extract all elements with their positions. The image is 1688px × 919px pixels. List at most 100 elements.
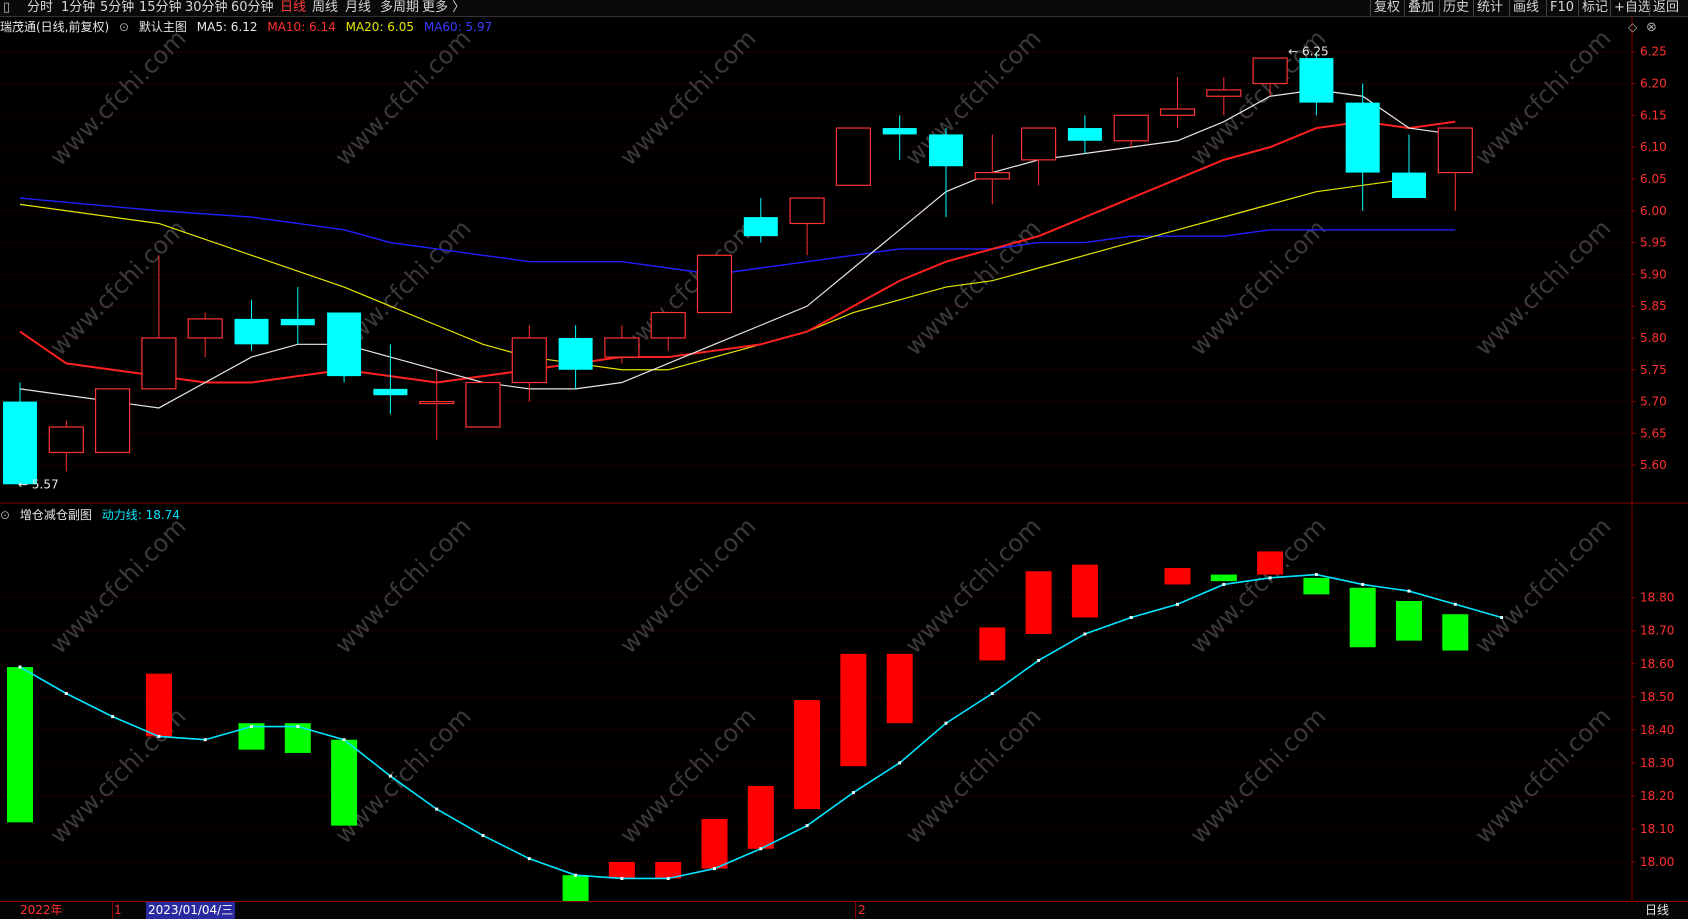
watermark-text: www.cfchi.com — [899, 702, 1046, 849]
month-label-2: 2 — [858, 903, 866, 917]
power-line-point — [1129, 616, 1133, 619]
candle-body — [650, 311, 686, 339]
toolbar-item-3[interactable]: 统计 — [1477, 0, 1503, 16]
toolbar-separator — [1370, 0, 1371, 16]
toolbar-item-8[interactable]: 返回 — [1653, 0, 1679, 16]
power-line-point — [944, 721, 948, 725]
y-tick-label: 6.05 — [1640, 172, 1667, 186]
period-tab-9[interactable]: 多周期 — [380, 0, 419, 16]
watermark-text: www.cfchi.com — [1469, 24, 1616, 171]
power-bar — [747, 785, 774, 849]
candle-body — [327, 312, 362, 377]
toolbar-item-0[interactable]: 复权 — [1374, 0, 1400, 16]
watermark-text: www.cfchi.com — [44, 512, 191, 659]
power-bar — [1442, 614, 1469, 651]
power-bar — [7, 667, 33, 823]
period-tab-4[interactable]: 30分钟 — [185, 0, 228, 16]
period-label[interactable]: 日线 — [1645, 902, 1669, 919]
watermark-text: www.cfchi.com — [899, 512, 1046, 659]
period-tab-1[interactable]: 1分钟 — [61, 0, 95, 16]
y-tick-label: 18.00 — [1640, 855, 1674, 869]
y-tick-label: 5.65 — [1640, 426, 1667, 440]
y-tick-label: 5.70 — [1640, 395, 1667, 409]
y-tick-label: 18.70 — [1640, 624, 1674, 638]
power-line-point — [713, 867, 716, 871]
watermark-text: www.cfchi.com — [614, 512, 761, 659]
power-line-point — [1176, 602, 1179, 606]
sub-chart-panel[interactable]: ⊙ 增仓减仓副图 动力线: 18.74 www.cfchi.com www.cfc… — [0, 505, 1688, 901]
power-bar — [1164, 567, 1191, 585]
power-line-point — [851, 791, 855, 795]
sub-chart[interactable]: www.cfchi.com www.cfchi.com www.cfchi.com w… — [0, 505, 1688, 901]
watermark-text: www.cfchi.com — [614, 24, 761, 171]
candle-body — [1437, 127, 1473, 174]
candle-body — [234, 318, 269, 345]
candle-body — [974, 171, 1010, 180]
menu-icon[interactable]: ▯ — [3, 0, 10, 16]
toolbar-separator — [1473, 0, 1474, 16]
watermark-text: www.cfchi.com — [899, 214, 1046, 361]
candle-body — [789, 197, 825, 225]
y-tick-label: 5.95 — [1640, 236, 1667, 250]
toolbar-item-1[interactable]: 叠加 — [1408, 0, 1434, 16]
power-line-point — [388, 774, 392, 778]
period-tab-6[interactable]: 日线 — [280, 0, 306, 16]
candle-body — [696, 254, 733, 314]
period-tab-8[interactable]: 月线 — [345, 0, 371, 16]
watermark-text: www.cfchi.com — [44, 24, 191, 171]
candle-body — [280, 318, 315, 326]
toolbar-item-5[interactable]: F10 — [1550, 0, 1574, 16]
power-line-point — [1361, 582, 1365, 586]
power-line-point — [759, 847, 763, 851]
candle-body — [1159, 108, 1196, 116]
power-line-point — [805, 824, 809, 828]
y-tick-label: 18.20 — [1640, 789, 1674, 803]
period-tab-3[interactable]: 15分钟 — [139, 0, 182, 16]
power-line-point — [1083, 632, 1087, 636]
low-price-label: ← 5.57 — [18, 477, 59, 491]
candle-body — [558, 337, 593, 370]
candle-body — [48, 426, 84, 454]
toolbar-item-7[interactable]: +自选 — [1614, 0, 1651, 16]
candle-body — [187, 318, 223, 339]
watermark-text: www.cfchi.com — [1469, 512, 1616, 659]
month-label-1: 1 — [114, 903, 122, 917]
power-line-point — [666, 876, 670, 880]
price-chart[interactable]: www.cfchi.com www.cfchi.com www.cfchi.com w… — [0, 17, 1688, 504]
toolbar-separator — [1404, 0, 1405, 16]
candle-body — [1067, 128, 1102, 141]
candle-body — [835, 127, 872, 186]
y-tick-label: 18.50 — [1640, 690, 1674, 704]
power-bar — [886, 653, 913, 724]
y-tick-label: 6.20 — [1640, 77, 1667, 91]
power-bar — [1071, 564, 1098, 618]
toolbar-separator — [1610, 0, 1611, 16]
watermark-text: www.cfchi.com — [1469, 702, 1616, 849]
watermark-text: www.cfchi.com — [329, 24, 476, 171]
period-tab-2[interactable]: 5分钟 — [100, 0, 134, 16]
y-tick-label: 18.80 — [1640, 591, 1674, 605]
power-bar — [608, 861, 635, 879]
toolbar-item-6[interactable]: 标记 — [1582, 0, 1608, 16]
toolbar-separator — [1578, 0, 1579, 16]
power-bar — [331, 739, 358, 826]
power-line-point — [342, 738, 346, 742]
toolbar-item-4[interactable]: 画线 — [1513, 0, 1539, 16]
power-bar — [979, 627, 1006, 661]
watermark-text: www.cfchi.com — [329, 512, 476, 659]
period-tab-5[interactable]: 60分钟 — [231, 0, 274, 16]
power-bar — [562, 875, 589, 901]
diamond-icon: ◇ — [1628, 20, 1638, 34]
y-tick-label: 18.30 — [1640, 756, 1674, 770]
period-tab-7[interactable]: 周线 — [312, 0, 338, 16]
high-price-label: ← 6.25 — [1288, 45, 1329, 59]
candle-body — [419, 400, 455, 405]
period-tab-0[interactable]: 分时 — [27, 0, 53, 16]
power-line-point — [1314, 573, 1318, 577]
period-tab-10[interactable]: 更多 〉 — [422, 0, 465, 16]
cursor-date: 2023/01/04/三 — [146, 902, 236, 919]
power-line-point — [157, 734, 161, 738]
candle-body — [1345, 102, 1380, 173]
main-chart-panel[interactable]: 瑞茂通(日线,前复权) ⊙ 默认主图 MA5: 6.12 MA10: 6.14 … — [0, 17, 1688, 504]
toolbar-item-2[interactable]: 历史 — [1443, 0, 1469, 16]
